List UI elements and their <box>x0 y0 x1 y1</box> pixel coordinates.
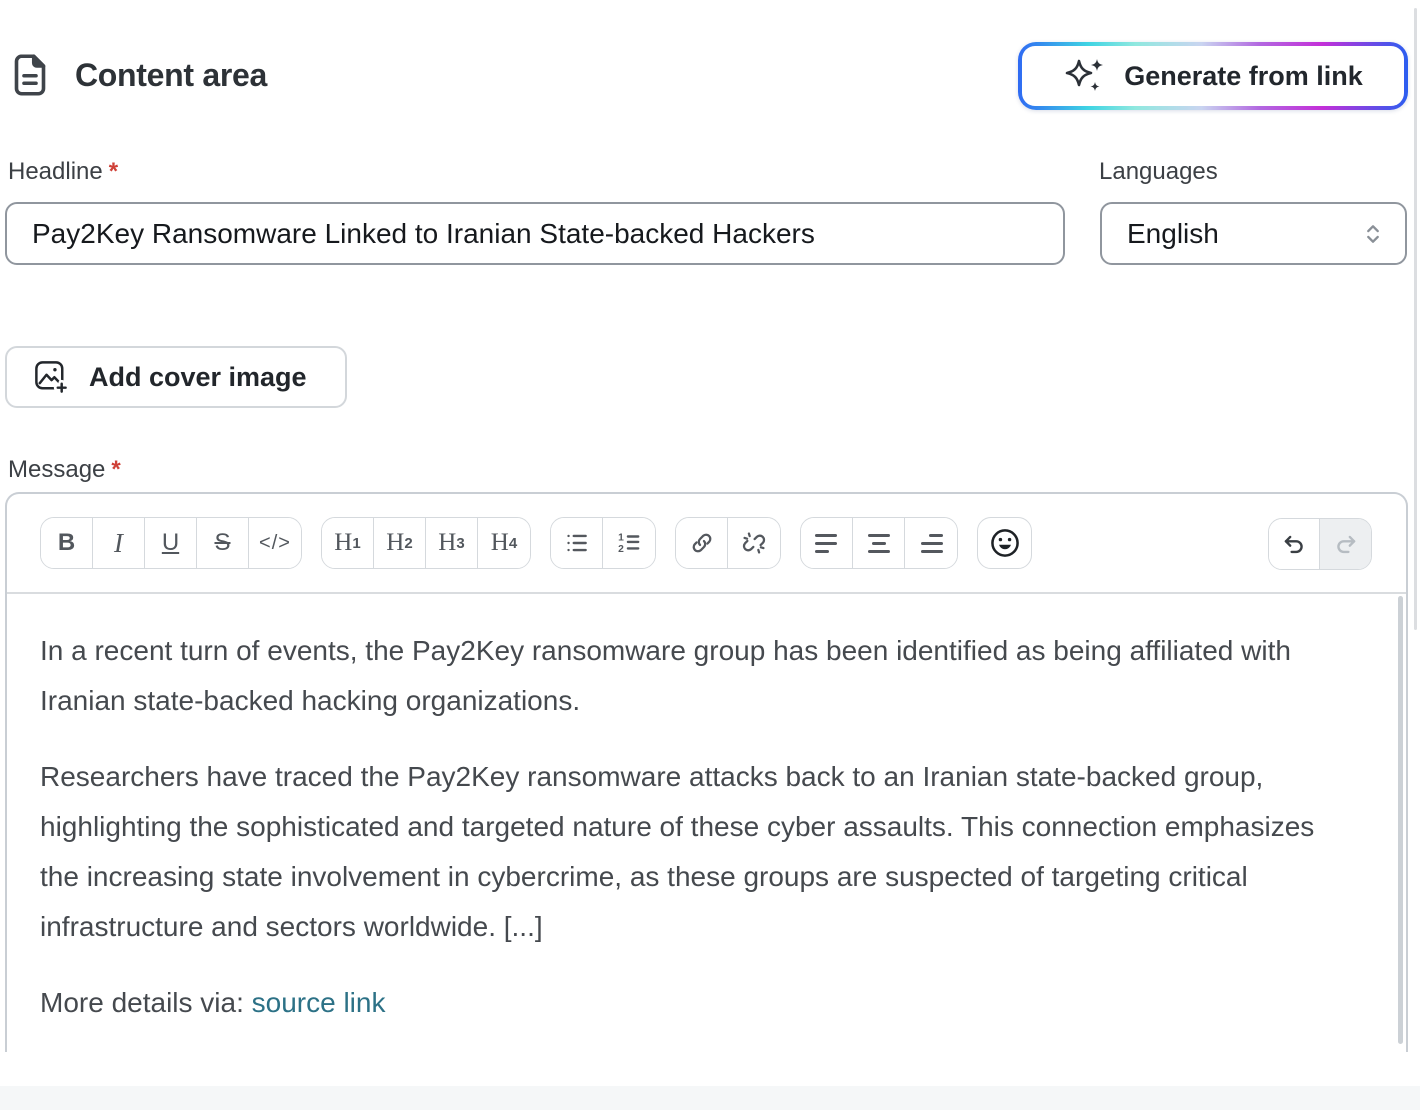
message-scrollbar-thumb[interactable] <box>1398 596 1403 1044</box>
heading-1-button[interactable]: H1 <box>322 518 374 568</box>
add-cover-image-button[interactable]: Add cover image <box>5 346 347 408</box>
emoji-icon <box>989 527 1021 559</box>
underline-button[interactable]: U <box>145 518 197 568</box>
undo-icon <box>1281 531 1307 557</box>
history-group <box>1268 518 1372 570</box>
numbered-list-button[interactable]: 1 2 <box>603 518 655 568</box>
undo-button[interactable] <box>1269 519 1320 569</box>
align-right-button[interactable] <box>905 518 957 568</box>
required-marker: * <box>109 158 118 185</box>
heading-4-button[interactable]: H4 <box>478 518 530 568</box>
align-center-button[interactable] <box>853 518 905 568</box>
headline-input[interactable] <box>5 202 1065 265</box>
message-paragraph: Researchers have traced the Pay2Key rans… <box>40 752 1336 952</box>
page-scrollbar-thumb[interactable] <box>1414 8 1417 630</box>
message-footer-line: More details via: source link <box>40 978 1336 1028</box>
align-left-icon <box>815 534 839 553</box>
headline-label: Headline* <box>8 158 118 186</box>
emoji-button[interactable] <box>977 517 1032 569</box>
unlink-icon <box>741 530 767 556</box>
list-group: 1 2 <box>550 517 656 569</box>
bullet-list-button[interactable] <box>551 518 603 568</box>
generate-from-link-button[interactable]: Generate from link <box>1022 46 1404 106</box>
text-style-group: B I U S </> <box>40 517 302 569</box>
align-right-icon <box>919 534 943 553</box>
heading-2-button[interactable]: H2 <box>374 518 426 568</box>
heading-group: H1 H2 H3 H4 <box>321 517 531 569</box>
sparkles-icon <box>1063 54 1107 98</box>
svg-text:1: 1 <box>618 532 624 543</box>
language-select[interactable]: English <box>1100 202 1407 265</box>
message-toolbar: B I U S </> H1 H2 H3 H4 <box>7 494 1406 594</box>
heading-3-button[interactable]: H3 <box>426 518 478 568</box>
required-marker: * <box>111 456 120 483</box>
strikethrough-button[interactable]: S <box>197 518 249 568</box>
document-icon <box>12 54 48 96</box>
align-left-button[interactable] <box>801 518 853 568</box>
message-label: Message* <box>8 456 121 484</box>
language-selected-value: English <box>1127 218 1363 250</box>
generate-from-link-label: Generate from link <box>1124 61 1363 92</box>
link-icon <box>689 530 715 556</box>
align-center-icon <box>867 534 891 553</box>
redo-button[interactable] <box>1320 519 1371 569</box>
message-body[interactable]: In a recent turn of events, the Pay2Key … <box>7 596 1406 1054</box>
message-paragraph: In a recent turn of events, the Pay2Key … <box>40 626 1336 726</box>
page-title: Content area <box>75 57 267 94</box>
numbered-list-icon: 1 2 <box>616 530 642 556</box>
code-button[interactable]: </> <box>249 518 301 568</box>
chevron-up-down-icon <box>1363 221 1383 247</box>
link-button[interactable] <box>676 518 728 568</box>
add-cover-image-label: Add cover image <box>89 362 307 393</box>
bullet-list-icon <box>564 530 590 556</box>
source-link[interactable]: source link <box>252 987 386 1018</box>
languages-label: Languages <box>1099 158 1218 186</box>
message-editor: B I U S </> H1 H2 H3 H4 <box>5 492 1408 1052</box>
svg-text:2: 2 <box>618 544 624 555</box>
italic-button[interactable]: I <box>93 518 145 568</box>
unlink-button[interactable] <box>728 518 780 568</box>
add-image-icon <box>33 359 69 395</box>
alignment-group <box>800 517 958 569</box>
link-group <box>675 517 781 569</box>
bold-button[interactable]: B <box>41 518 93 568</box>
redo-icon <box>1333 531 1359 557</box>
bottom-divider-band <box>0 1086 1420 1110</box>
generate-from-link-gradient-ring: Generate from link <box>1018 42 1408 110</box>
